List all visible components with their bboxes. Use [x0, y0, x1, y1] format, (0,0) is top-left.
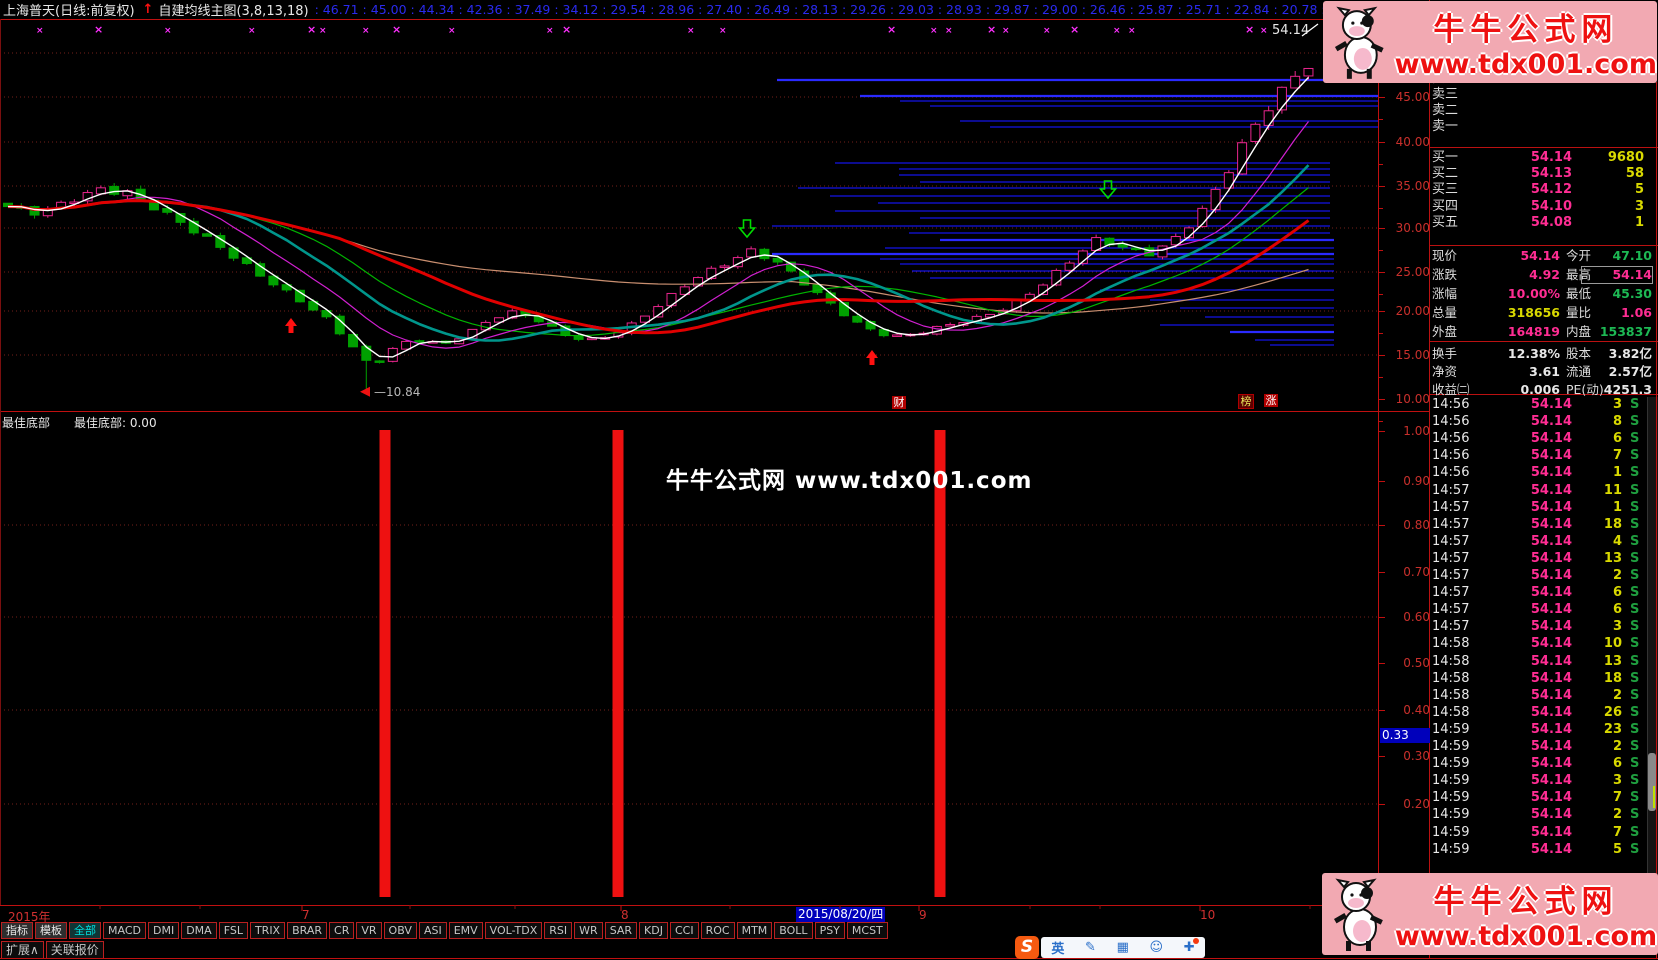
news-tag: 涨	[1264, 394, 1278, 407]
svg-text:×: ×	[945, 26, 953, 36]
banner-site-url: www.tdx001.com	[1394, 921, 1658, 952]
sogou-item-icon[interactable]: ✎	[1085, 940, 1096, 955]
svg-text:×: ×	[248, 26, 256, 36]
svg-text:—10.84: —10.84	[374, 385, 420, 399]
trading-terminal-window: 上海普天(日线:前复权) ↑ 自建均线主图(3,8,13,18) : 46.71…	[0, 0, 1658, 960]
sogou-item-icon[interactable]: ☺	[1150, 940, 1164, 955]
banner-site-url: www.tdx001.com	[1395, 49, 1657, 80]
svg-text:×: ×	[362, 26, 370, 36]
sogou-logo-icon[interactable]: S	[1015, 936, 1039, 959]
svg-text:×: ×	[1245, 23, 1254, 36]
svg-text:×: ×	[1128, 26, 1136, 36]
watermark-banner-bottom: 牛牛公式网 www.tdx001.com	[1322, 873, 1658, 955]
svg-text:×: ×	[307, 23, 316, 36]
svg-text:×: ×	[546, 26, 554, 36]
sogou-item-icon[interactable]: 英	[1051, 938, 1064, 957]
svg-text:×: ×	[562, 23, 571, 36]
sub-panel-series-label: 最佳底部: 0.00	[74, 414, 157, 431]
svg-text:×: ×	[448, 26, 456, 36]
svg-text:×: ×	[687, 26, 695, 36]
center-watermark: 牛牛公式网 www.tdx001.com	[666, 461, 1032, 495]
sub-panel-current-value: 0.33	[1380, 728, 1430, 743]
sogou-toolbar-items[interactable]: 英✎▦☺✚	[1041, 937, 1205, 958]
svg-text:×: ×	[392, 23, 401, 36]
watermark-banner-top: 牛牛公式网 www.tdx001.com	[1323, 1, 1657, 83]
svg-text:×: ×	[164, 26, 172, 36]
svg-text:×: ×	[1070, 23, 1079, 36]
cow-logo-icon	[1322, 875, 1394, 953]
banner-site-name: 牛牛公式网	[1395, 4, 1657, 49]
svg-text:54.14: 54.14	[1272, 23, 1309, 38]
cow-logo-icon	[1323, 3, 1395, 81]
news-tag: 榜	[1238, 394, 1254, 409]
svg-text:×: ×	[1043, 26, 1051, 36]
svg-text:×: ×	[319, 26, 327, 36]
svg-text:×: ×	[1002, 26, 1010, 36]
banner-site-name: 牛牛公式网	[1394, 876, 1658, 921]
sogou-item-icon[interactable]: ▦	[1117, 940, 1129, 955]
svg-text:×: ×	[887, 23, 896, 36]
sogou-input-toolbar[interactable]: S 英✎▦☺✚	[1015, 936, 1205, 959]
notification-dot-icon	[1193, 938, 1199, 944]
sub-panel-title: 最佳底部	[2, 414, 50, 431]
svg-text:×: ×	[987, 23, 996, 36]
svg-text:×: ×	[930, 26, 938, 36]
svg-text:×: ×	[719, 26, 727, 36]
svg-text:×: ×	[36, 26, 44, 36]
svg-text:×: ×	[1113, 26, 1121, 36]
svg-text:×: ×	[1260, 26, 1268, 36]
svg-text:×: ×	[94, 23, 103, 36]
news-tag: 财	[892, 396, 906, 409]
